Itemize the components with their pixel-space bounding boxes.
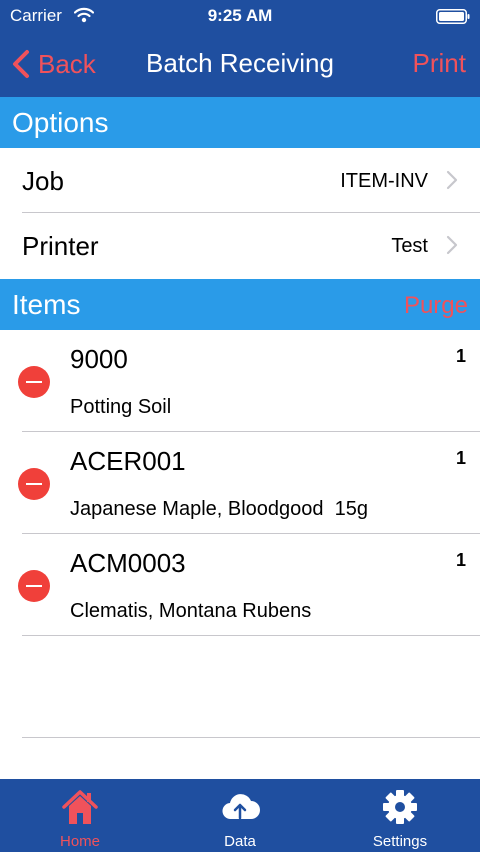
cloud-upload-icon	[222, 794, 260, 820]
back-chevron-icon	[13, 50, 29, 78]
item-code: ACER001	[70, 446, 186, 476]
battery-icon	[436, 9, 470, 24]
item-quantity: 1	[455, 346, 466, 366]
status-bar: Carrier 9:25 AM	[0, 0, 480, 32]
tab-home-label: Home	[59, 833, 100, 850]
item-row[interactable]: ACM0003 1 Clematis, Montana Rubens	[0, 534, 480, 636]
options-header-title: Options	[12, 107, 109, 138]
tab-bar: Home Data Settings	[0, 779, 480, 852]
chevron-right-icon	[446, 170, 458, 190]
item-quantity: 1	[455, 448, 466, 468]
delete-icon[interactable]	[18, 468, 50, 500]
chevron-right-icon	[446, 235, 458, 255]
printer-value: Test	[391, 235, 428, 257]
option-row-job[interactable]: Job ITEM-INV	[0, 148, 480, 213]
item-code: ACM0003	[70, 548, 186, 578]
home-icon	[62, 790, 98, 824]
item-row[interactable]: ACER001 1 Japanese Maple, Bloodgood 15g	[0, 432, 480, 534]
job-value: ITEM-INV	[340, 170, 428, 192]
item-description: Clematis, Montana Rubens	[70, 600, 312, 622]
print-button[interactable]: Print	[413, 48, 466, 79]
divider	[22, 737, 480, 738]
purge-button[interactable]: Purge	[404, 292, 468, 320]
job-label: Job	[22, 166, 64, 196]
delete-icon[interactable]	[18, 366, 50, 398]
delete-icon[interactable]	[18, 570, 50, 602]
option-row-printer[interactable]: Printer Test	[0, 213, 480, 278]
tab-home[interactable]: Home	[0, 779, 160, 852]
nav-bar: Back Batch Receiving Print	[0, 32, 480, 97]
item-description: Potting Soil	[70, 396, 172, 418]
gear-icon	[383, 790, 417, 824]
tab-settings-label: Settings	[372, 833, 428, 850]
item-code: 9000	[70, 344, 128, 374]
options-section-header: Options	[0, 97, 480, 148]
item-description: Japanese Maple, Bloodgood 15g	[70, 498, 369, 520]
back-label: Back	[38, 48, 96, 79]
tab-data-label: Data	[224, 833, 256, 850]
status-time: 9:25 AM	[207, 6, 273, 25]
tab-settings[interactable]: Settings	[320, 779, 480, 852]
item-row[interactable]: 9000 1 Potting Soil	[0, 330, 480, 432]
tab-data[interactable]: Data	[160, 779, 320, 852]
printer-label: Printer	[22, 231, 99, 261]
divider	[22, 635, 480, 636]
items-section-header: Items Purge	[0, 279, 480, 330]
back-button[interactable]: Back	[10, 46, 96, 82]
item-quantity: 1	[455, 550, 466, 570]
header: Carrier 9:25 AM Back Batch Receiving Pri…	[0, 0, 480, 97]
items-header-title: Items	[12, 289, 81, 320]
